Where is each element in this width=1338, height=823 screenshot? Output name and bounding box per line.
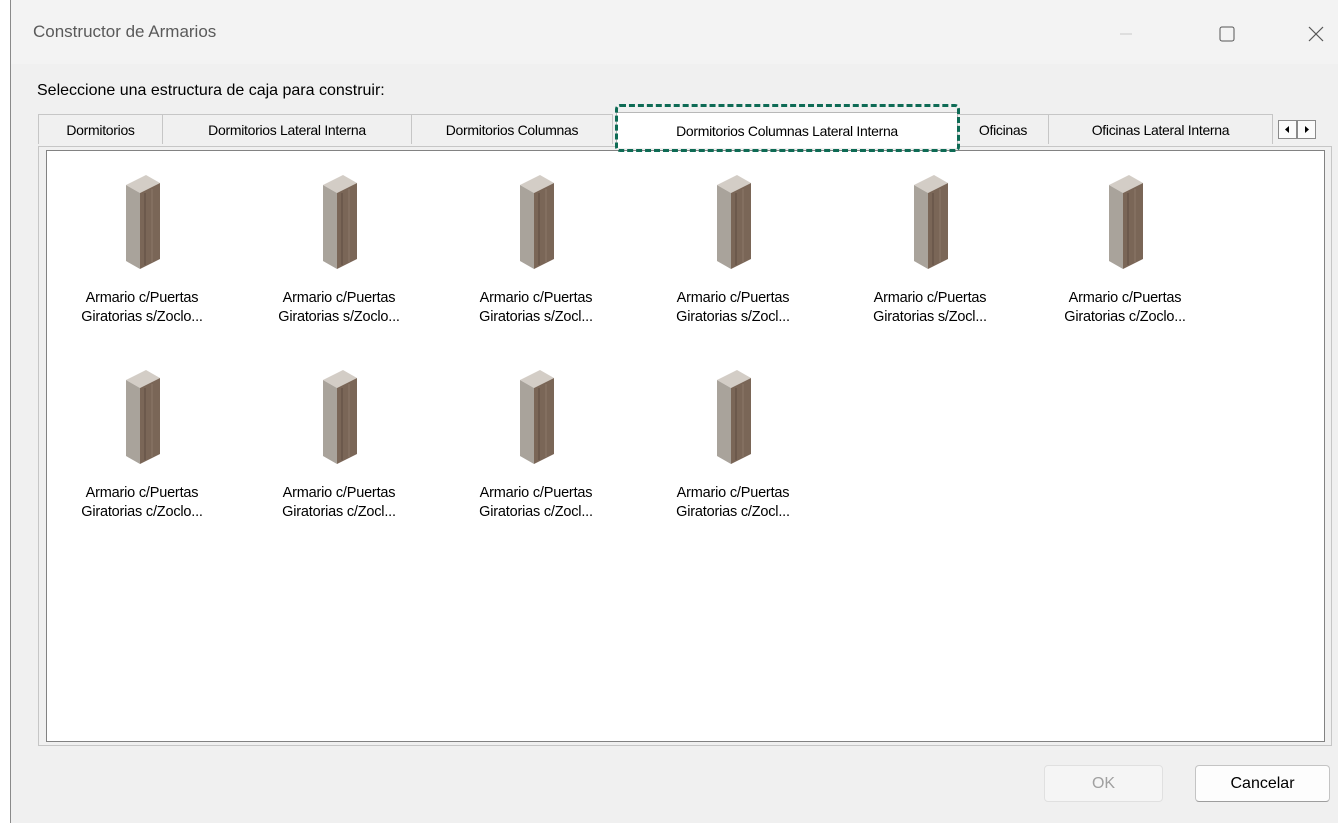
tab-oficinas[interactable]: Oficinas: [957, 114, 1049, 144]
maximize-icon: [1219, 26, 1235, 42]
cabinet-label-line1: Armario c/Puertas: [282, 485, 396, 501]
minimize-icon: [1120, 33, 1132, 35]
ok-button[interactable]: OK: [1044, 765, 1163, 802]
cabinet-item[interactable]: Armario c/Puertas Giratorias c/Zocl...: [244, 356, 434, 526]
cabinet-label-line1: Armario c/Puertas: [676, 485, 790, 501]
cabinet-item[interactable]: Armario c/Puertas Giratorias s/Zocl...: [441, 161, 631, 331]
cabinet-item[interactable]: Armario c/Puertas Giratorias s/Zoclo...: [244, 161, 434, 331]
instruction-label: Seleccione una estructura de caja para c…: [37, 82, 385, 99]
cabinet-label-line1: Armario c/Puertas: [676, 290, 790, 306]
cabinet-label: Armario c/Puertas Giratorias c/Zocl...: [244, 484, 434, 522]
minimize-button[interactable]: [1103, 12, 1149, 52]
cabinet-label: Armario c/Puertas Giratorias c/Zoclo...: [47, 484, 237, 522]
cabinet-label-line1: Armario c/Puertas: [479, 485, 593, 501]
tab-scroll-left-button[interactable]: [1278, 120, 1297, 139]
cabinet-label-line1: Armario c/Puertas: [873, 290, 987, 306]
cabinet-label: Armario c/Puertas Giratorias c/Zocl...: [638, 484, 828, 522]
cabinet-icon: [126, 370, 160, 464]
cabinet-icon: [717, 370, 751, 464]
tab-panel: Armario c/Puertas Giratorias s/Zoclo... Ar…: [38, 146, 1332, 746]
cabinet-label-line2: Giratorias s/Zoclo...: [81, 309, 203, 325]
tab-dormitorios-lateral-interna[interactable]: Dormitorios Lateral Interna: [162, 114, 412, 144]
tab-strip: Dormitorios Dormitorios Lateral Interna …: [38, 112, 1328, 148]
cabinet-label: Armario c/Puertas Giratorias c/Zoclo...: [1030, 289, 1220, 327]
close-icon: [1308, 26, 1324, 42]
cabinet-icon: [520, 175, 554, 269]
cabinet-icon: [914, 175, 948, 269]
cabinet-label-line1: Armario c/Puertas: [479, 290, 593, 306]
cabinet-label-line2: Giratorias c/Zoclo...: [1064, 309, 1186, 325]
cabinet-item[interactable]: Armario c/Puertas Giratorias c/Zocl...: [638, 356, 828, 526]
cabinet-label: Armario c/Puertas Giratorias s/Zoclo...: [244, 289, 434, 327]
cabinet-label-line1: Armario c/Puertas: [282, 290, 396, 306]
arrow-right-icon: [1305, 126, 1309, 133]
cabinet-icon: [126, 175, 160, 269]
cabinet-item[interactable]: Armario c/Puertas Giratorias s/Zocl...: [835, 161, 1025, 331]
maximize-button[interactable]: [1204, 12, 1250, 52]
tab-dormitorios-columnas-lateral-interna[interactable]: Dormitorios Columnas Lateral Interna: [616, 112, 958, 148]
cabinet-label-line1: Armario c/Puertas: [85, 485, 199, 501]
cabinet-label-line2: Giratorias c/Zoclo...: [81, 504, 203, 520]
cabinet-label-line2: Giratorias s/Zocl...: [479, 309, 593, 325]
cabinet-icon: [520, 370, 554, 464]
tab-scroll-right-button[interactable]: [1297, 120, 1316, 139]
cabinet-item[interactable]: Armario c/Puertas Giratorias c/Zoclo...: [1030, 161, 1220, 331]
cancel-button[interactable]: Cancelar: [1195, 765, 1330, 802]
cabinet-icon: [1109, 175, 1143, 269]
title-bar[interactable]: Constructor de Armarios: [11, 0, 1338, 64]
cabinet-icon: [323, 175, 357, 269]
cabinet-icon: [323, 370, 357, 464]
cabinet-label-line2: Giratorias s/Zocl...: [873, 309, 987, 325]
cabinet-label: Armario c/Puertas Giratorias s/Zoclo...: [47, 289, 237, 327]
structure-list: Armario c/Puertas Giratorias s/Zoclo... Ar…: [46, 150, 1325, 742]
cabinet-label-line1: Armario c/Puertas: [85, 290, 199, 306]
cabinet-item[interactable]: Armario c/Puertas Giratorias c/Zocl...: [441, 356, 631, 526]
cabinet-item[interactable]: Armario c/Puertas Giratorias s/Zoclo...: [47, 161, 237, 331]
cabinet-label-line1: Armario c/Puertas: [1068, 290, 1182, 306]
tab-dormitorios-columnas[interactable]: Dormitorios Columnas: [411, 114, 613, 144]
tab-dormitorios[interactable]: Dormitorios: [38, 114, 163, 144]
cabinet-label: Armario c/Puertas Giratorias s/Zocl...: [638, 289, 828, 327]
cabinet-label: Armario c/Puertas Giratorias s/Zocl...: [835, 289, 1025, 327]
cabinet-item[interactable]: Armario c/Puertas Giratorias s/Zocl...: [638, 161, 828, 331]
cabinet-label-line2: Giratorias s/Zoclo...: [278, 309, 400, 325]
cabinet-label: Armario c/Puertas Giratorias s/Zocl...: [441, 289, 631, 327]
dialog-window: Constructor de Armarios Seleccione una e…: [10, 0, 1338, 823]
arrow-left-icon: [1285, 126, 1289, 133]
cabinet-label-line2: Giratorias c/Zocl...: [676, 504, 790, 520]
close-button[interactable]: [1293, 12, 1338, 52]
cabinet-label-line2: Giratorias s/Zocl...: [676, 309, 790, 325]
cabinet-item[interactable]: Armario c/Puertas Giratorias c/Zoclo...: [47, 356, 237, 526]
cabinet-icon: [717, 175, 751, 269]
cabinet-label: Armario c/Puertas Giratorias c/Zocl...: [441, 484, 631, 522]
tab-oficinas-lateral-interna[interactable]: Oficinas Lateral Interna: [1048, 114, 1273, 144]
cabinet-label-line2: Giratorias c/Zocl...: [479, 504, 593, 520]
cabinet-label-line2: Giratorias c/Zocl...: [282, 504, 396, 520]
window-title: Constructor de Armarios: [33, 22, 217, 41]
